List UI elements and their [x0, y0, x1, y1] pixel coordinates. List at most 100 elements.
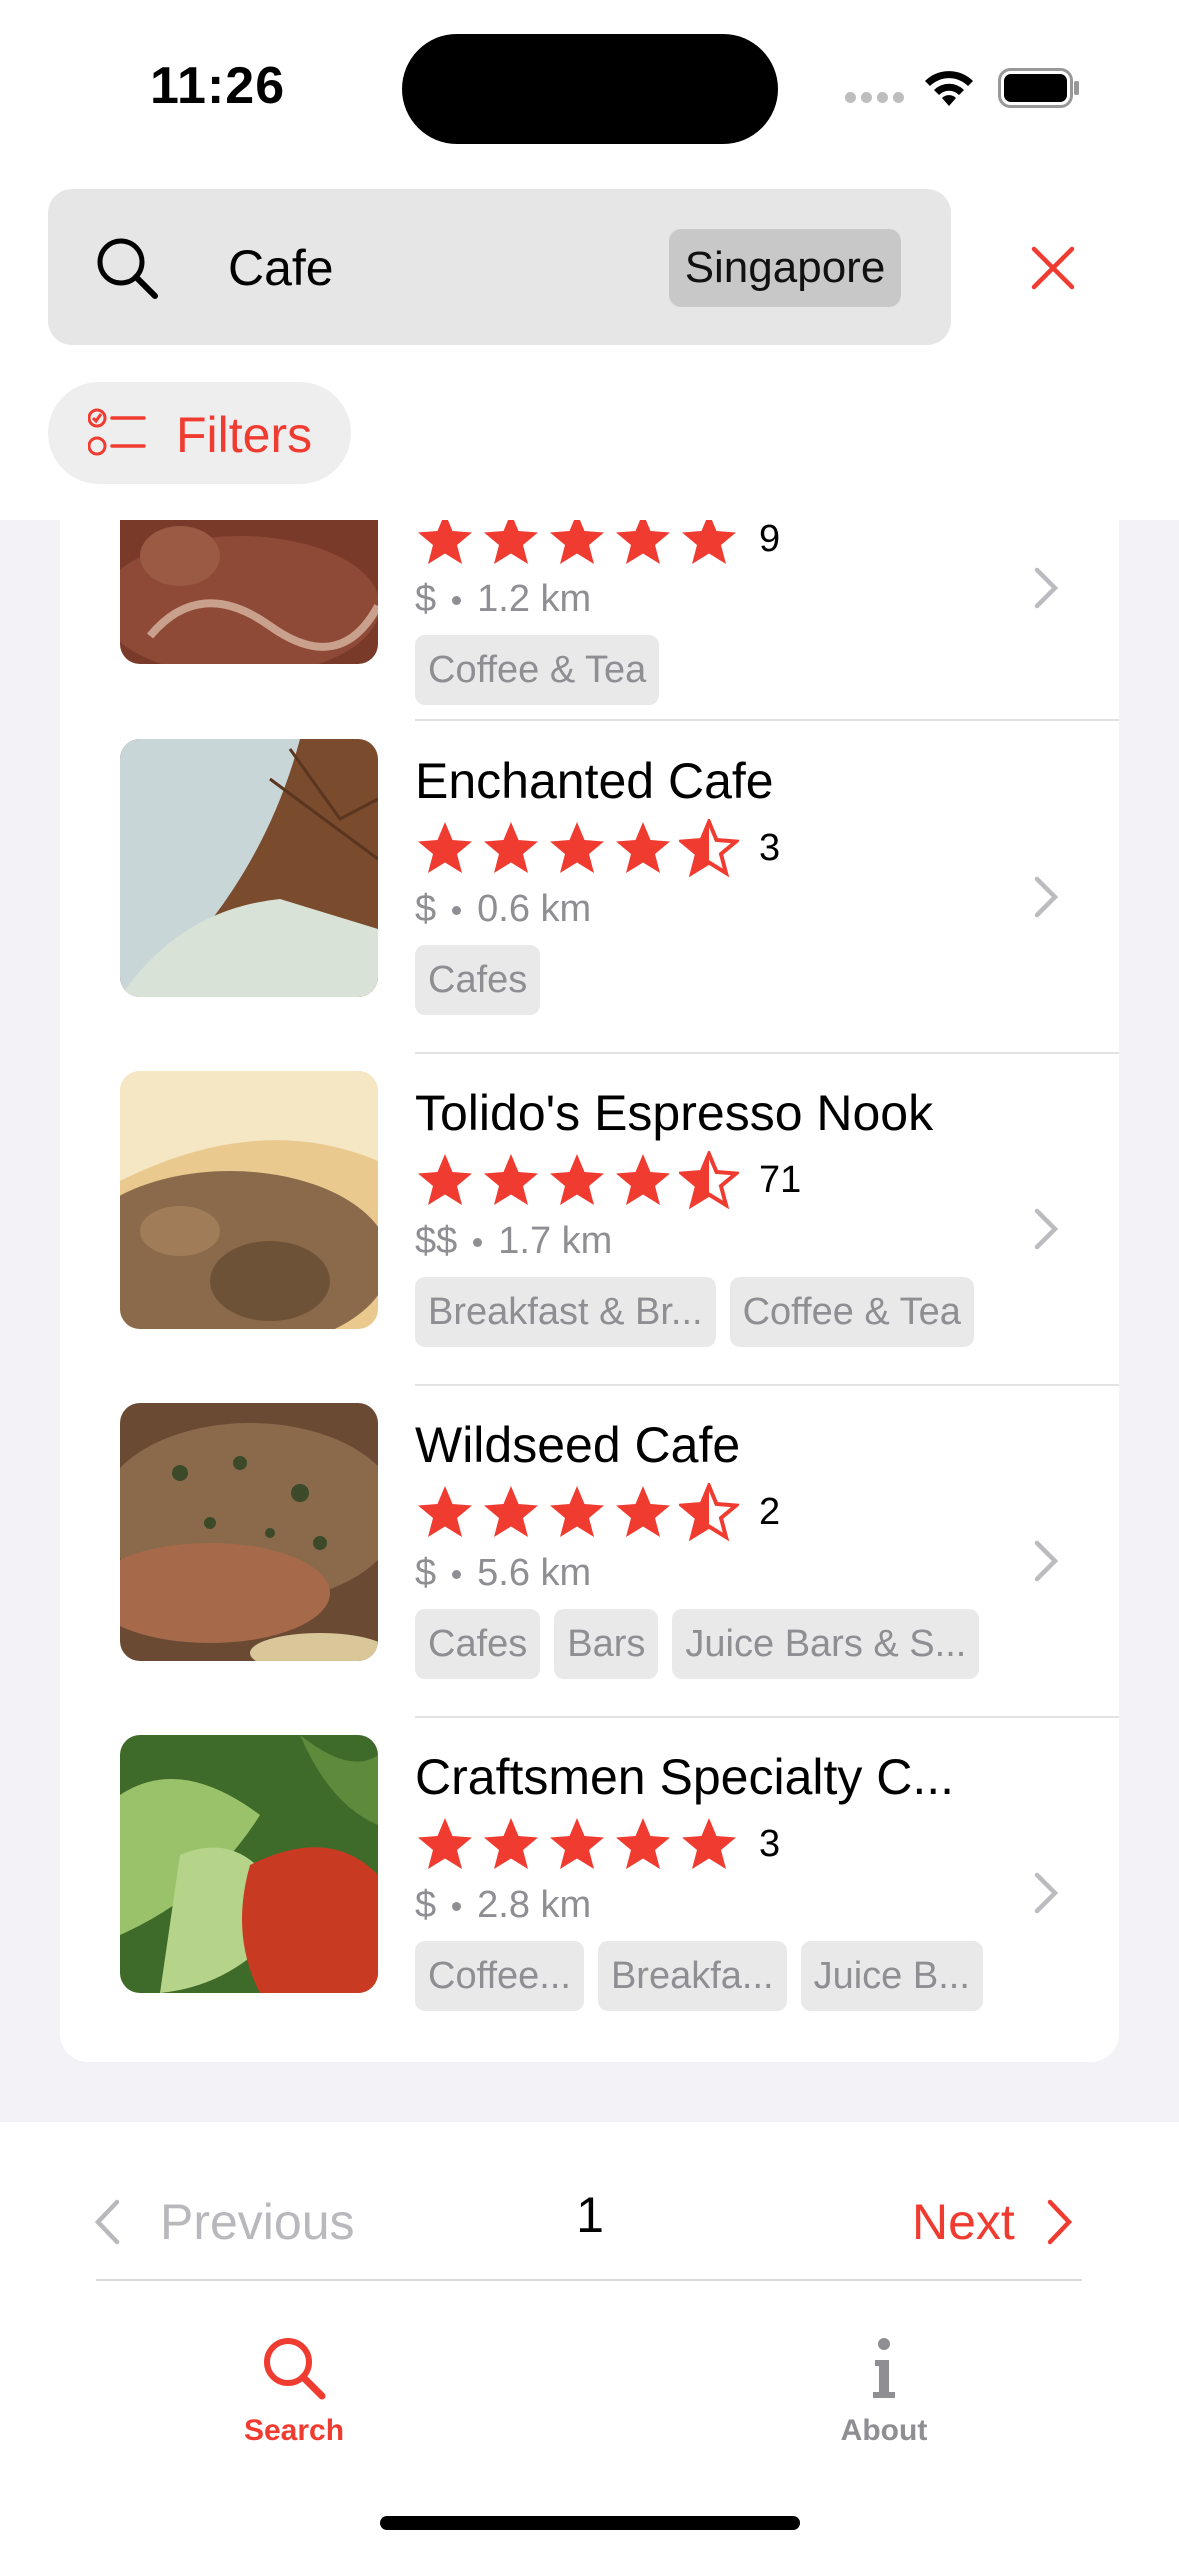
star-filled-icon: [550, 822, 604, 873]
chevron-right-icon: [1034, 1872, 1059, 1914]
page-number: 1: [576, 2187, 604, 2243]
business-name: Tolido's Espresso Nook: [415, 1085, 934, 1141]
filters-button[interactable]: Filters: [48, 382, 351, 484]
rating-stars: 3: [415, 1815, 780, 1873]
category-tag: Coffee & Tea: [415, 635, 660, 705]
filter-list-icon: [88, 408, 146, 456]
tab-about[interactable]: About: [784, 2332, 984, 2448]
review-count: 71: [759, 1158, 802, 1201]
star-filled-icon: [418, 1154, 472, 1205]
category-tags: Coffee & Tea: [415, 635, 660, 705]
business-name: Wildseed Cafe: [415, 1417, 741, 1473]
results-list[interactable]: 9 $1.2 km Coffee & Tea Enchanted Cafe 3 …: [60, 520, 1119, 2062]
star-filled-icon: [550, 1486, 604, 1537]
wifi-icon: [925, 71, 973, 106]
previous-page-button[interactable]: Previous: [92, 2182, 355, 2262]
star-filled-icon: [484, 822, 538, 873]
category-tag: Coffee & Tea: [729, 1277, 974, 1347]
review-count: 9: [759, 520, 781, 560]
close-icon[interactable]: [1028, 243, 1078, 293]
list-item[interactable]: 9 $1.2 km Coffee & Tea: [60, 520, 1119, 721]
review-count: 3: [759, 1822, 781, 1865]
search-header: Cafe Singapore Filters: [0, 175, 1179, 520]
chevron-right-icon: [1047, 2199, 1072, 2245]
star-filled-icon: [616, 520, 670, 564]
rating-stars: 2: [415, 1483, 780, 1541]
review-count: 2: [759, 1490, 781, 1533]
star-filled-icon: [682, 520, 736, 564]
category-tag: Juice B...: [800, 1941, 983, 2011]
star-half-icon: [679, 1483, 739, 1541]
business-photo: [120, 739, 378, 997]
search-bar[interactable]: Cafe Singapore: [48, 189, 951, 345]
star-filled-icon: [418, 1486, 472, 1537]
review-count: 3: [759, 826, 781, 869]
star-half-icon: [679, 819, 739, 877]
star-filled-icon: [616, 1818, 670, 1869]
category-tag: Breakfa...: [597, 1941, 787, 2011]
next-page-button[interactable]: Next: [912, 2182, 1075, 2262]
star-filled-icon: [418, 520, 472, 564]
star-filled-icon: [682, 1818, 736, 1869]
previous-label: Previous: [160, 2194, 355, 2250]
star-filled-icon: [418, 1818, 472, 1869]
list-item[interactable]: Craftsmen Specialty C... 3 $2.8 km Coffe…: [60, 1718, 1119, 2050]
star-filled-icon: [616, 1154, 670, 1205]
star-filled-icon: [484, 520, 538, 564]
business-name: Enchanted Cafe: [415, 753, 774, 809]
list-item[interactable]: Tolido's Espresso Nook 71 $$ 1.7 km Break…: [60, 1054, 1119, 1386]
business-photo: [120, 1403, 378, 1661]
info-icon: [873, 2338, 895, 2398]
location-token[interactable]: Singapore: [669, 229, 901, 307]
category-tag: Juice Bars & S...: [672, 1609, 980, 1679]
category-tags: Cafes Bars Juice Bars & S...: [415, 1609, 980, 1679]
star-half-icon: [679, 1151, 739, 1209]
rating-stars: 3: [415, 819, 780, 877]
star-filled-icon: [484, 1154, 538, 1205]
price-distance: $2.8 km: [415, 1884, 592, 1926]
business-photo: [120, 1735, 378, 1993]
list-item[interactable]: Enchanted Cafe 3 $0.6 km Cafes: [60, 722, 1119, 1054]
star-filled-icon: [484, 1486, 538, 1537]
category-tags: Coffee... Breakfa... Juice B...: [415, 1941, 983, 2011]
category-tag: Cafes: [415, 945, 541, 1015]
filters-label: Filters: [176, 407, 313, 463]
tab-label: Search: [243, 2414, 345, 2447]
business-photo: [120, 520, 378, 664]
category-tag: Breakfast & Br...: [415, 1277, 716, 1347]
star-filled-icon: [616, 822, 670, 873]
home-indicator: [380, 2516, 800, 2530]
cellular-signal-icon: [845, 92, 905, 106]
next-label: Next: [912, 2194, 1015, 2250]
business-name: Craftsmen Specialty C...: [415, 1749, 955, 1805]
chevron-right-icon: [1034, 876, 1059, 918]
star-filled-icon: [550, 1154, 604, 1205]
star-filled-icon: [550, 520, 604, 564]
price-distance: $$ 1.7 km: [415, 1220, 613, 1262]
star-filled-icon: [484, 1818, 538, 1869]
chevron-right-icon: [1034, 567, 1059, 609]
category-tags: Breakfast & Br... Coffee & Tea: [415, 1277, 974, 1347]
tab-label: About: [840, 2414, 928, 2447]
price-distance: $0.6 km: [415, 888, 592, 930]
row-divider: [415, 719, 1119, 721]
chevron-right-icon: [1034, 1208, 1059, 1250]
category-tags: Cafes: [415, 945, 541, 1015]
search-icon: [97, 238, 158, 299]
chevron-left-icon: [94, 2199, 120, 2245]
status-bar: 11:26: [0, 0, 1179, 175]
business-photo: [120, 1071, 378, 1329]
rating-stars: 71: [415, 1151, 801, 1209]
price-distance: $1.2 km: [415, 578, 592, 620]
star-filled-icon: [616, 1486, 670, 1537]
rating-stars: 9: [415, 520, 780, 568]
star-filled-icon: [550, 1818, 604, 1869]
bottom-bar: Previous 1 Next Search About: [0, 2122, 1179, 2556]
tab-search[interactable]: Search: [194, 2332, 394, 2448]
search-icon: [264, 2338, 326, 2400]
list-item[interactable]: Wildseed Cafe 2 $5.6 km Cafes Bars Juice…: [60, 1386, 1119, 1718]
search-input[interactable]: Cafe: [228, 239, 334, 297]
category-tag: Bars: [554, 1609, 659, 1679]
price-distance: $5.6 km: [415, 1552, 592, 1594]
tab-bar-divider: [96, 2279, 1082, 2281]
